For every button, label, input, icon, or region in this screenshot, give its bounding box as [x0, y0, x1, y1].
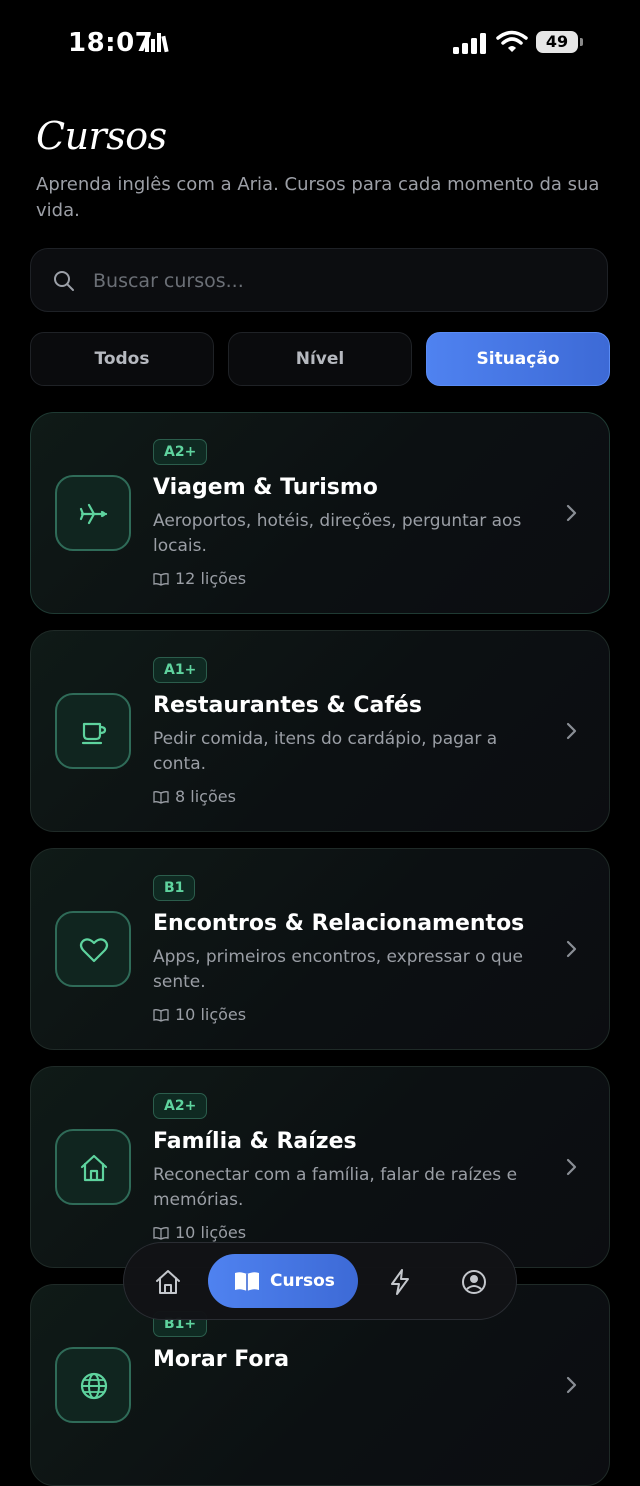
lessons-count: 10 lições — [153, 1005, 246, 1024]
tab-situacao[interactable]: Situação — [426, 332, 610, 386]
lessons-label: 12 lições — [175, 569, 247, 588]
course-card-restaurantes[interactable]: A1+ Restaurantes & Cafés Pedir comida, i… — [30, 630, 610, 832]
coffee-cup-icon — [81, 722, 107, 745]
level-badge: A1+ — [153, 657, 208, 683]
profile-icon — [462, 1270, 486, 1294]
course-description: Apps, primeiros encontros, expressar o q… — [153, 947, 523, 992]
book-icon — [153, 791, 169, 804]
level-badge: B1 — [153, 875, 196, 901]
course-card-familia[interactable]: A2+ Família & Raízes Reconectar com a fa… — [30, 1066, 610, 1268]
chevron-right-icon — [566, 1376, 577, 1394]
course-icon-box — [55, 1129, 131, 1205]
nav-home-button[interactable] — [142, 1256, 192, 1306]
nav-cursos-button[interactable]: Cursos — [208, 1254, 358, 1308]
level-badge: A2+ — [153, 1093, 208, 1119]
course-description: Reconectar com a família, falar de raíze… — [153, 1165, 518, 1210]
nav-cursos-label: Cursos — [270, 1271, 335, 1291]
course-card-encontros[interactable]: B1 Encontros & Relacionamentos Apps, pri… — [30, 848, 610, 1050]
chevron-right-icon — [566, 1158, 577, 1176]
page-subtitle: Aprenda inglês com a Aria. Cursos para c… — [36, 174, 600, 221]
wifi-icon — [496, 30, 528, 52]
course-title: Restaurantes & Cafés — [153, 693, 422, 718]
chevron-right-icon — [566, 940, 577, 958]
book-icon — [153, 573, 169, 586]
course-icon-box — [55, 475, 131, 551]
course-title: Família & Raízes — [153, 1129, 357, 1154]
airplane-icon — [79, 503, 108, 525]
course-icon-box — [55, 911, 131, 987]
status-bar: 18:07 49 — [0, 0, 640, 88]
search-input[interactable] — [91, 249, 595, 313]
library-icon — [145, 33, 169, 53]
lessons-count: 8 lições — [153, 787, 236, 806]
battery-indicator: 49 — [536, 31, 584, 55]
course-description: Pedir comida, itens do cardápio, pagar a… — [153, 729, 498, 774]
lessons-label: 8 lições — [175, 787, 236, 806]
search-icon — [54, 271, 74, 291]
battery-nub — [580, 38, 583, 46]
tab-nivel[interactable]: Nível — [228, 332, 412, 386]
course-icon-box — [55, 1347, 131, 1423]
lightning-icon — [391, 1269, 409, 1295]
nav-practice-button[interactable] — [374, 1256, 424, 1306]
course-description: Aeroportos, hotéis, direções, perguntar … — [153, 511, 522, 556]
battery-level: 49 — [536, 31, 578, 53]
chevron-right-icon — [566, 722, 577, 740]
lessons-label: 10 lições — [175, 1223, 247, 1242]
page-title: Cursos — [36, 114, 167, 158]
course-icon-box — [55, 693, 131, 769]
course-title: Encontros & Relacionamentos — [153, 911, 525, 936]
chevron-right-icon — [566, 504, 577, 522]
status-time: 18:07 — [68, 28, 154, 58]
search-bar[interactable] — [30, 248, 608, 313]
tab-todos[interactable]: Todos — [30, 332, 214, 386]
course-title: Morar Fora — [153, 1347, 290, 1372]
heart-icon — [79, 938, 109, 963]
level-badge: A2+ — [153, 439, 208, 465]
lessons-count: 10 lições — [153, 1223, 246, 1242]
cellular-signal-icon — [453, 33, 486, 54]
book-icon — [153, 1227, 169, 1240]
lessons-count: 12 lições — [153, 569, 246, 588]
lessons-label: 10 lições — [175, 1005, 247, 1024]
home-icon — [80, 1154, 108, 1182]
open-book-icon — [235, 1272, 259, 1291]
home-icon — [156, 1270, 180, 1294]
nav-profile-button[interactable] — [448, 1256, 498, 1306]
course-card-viagem[interactable]: A2+ Viagem & Turismo Aeroportos, hotéis,… — [30, 412, 610, 614]
book-icon — [153, 1009, 169, 1022]
globe-icon — [80, 1372, 108, 1400]
bottom-navigation: Cursos — [123, 1242, 517, 1320]
course-title: Viagem & Turismo — [153, 475, 378, 500]
